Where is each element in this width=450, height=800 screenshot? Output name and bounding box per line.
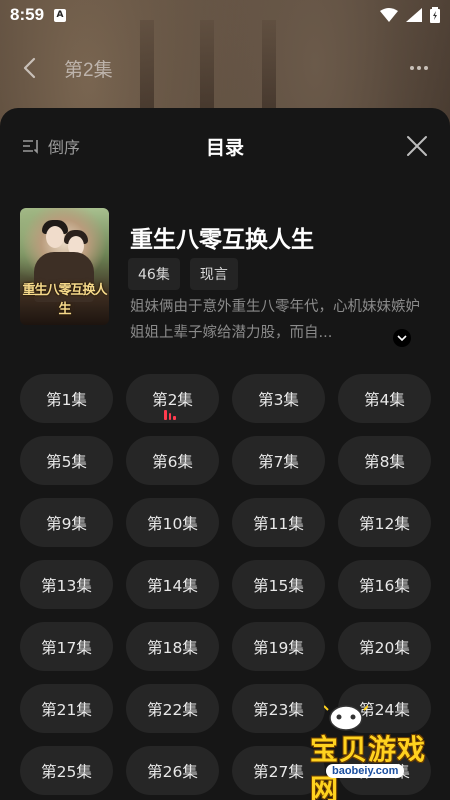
wifi-icon — [380, 8, 398, 22]
more-button[interactable] — [410, 66, 428, 70]
sheet-header: 倒序 目录 — [0, 130, 450, 162]
now-playing-icon — [164, 410, 176, 420]
episode-button[interactable]: 第25集 — [20, 746, 113, 795]
episode-button[interactable]: 第4集 — [338, 374, 431, 423]
status-time: 8:59 — [10, 5, 45, 24]
episode-label: 第25集 — [41, 762, 92, 781]
episode-label: 第22集 — [147, 700, 198, 719]
episode-button[interactable]: 第10集 — [126, 498, 219, 547]
cover-figure — [46, 226, 64, 248]
episode-button[interactable]: 第20集 — [338, 622, 431, 671]
episode-button[interactable]: 第19集 — [232, 622, 325, 671]
episode-button[interactable]: 第13集 — [20, 560, 113, 609]
episode-button[interactable]: 第14集 — [126, 560, 219, 609]
episode-label: 第3集 — [258, 390, 299, 409]
watermark-domain: baobeiy.com — [326, 764, 405, 778]
watermark: 宝贝游戏网 baobeiy.com — [300, 700, 450, 800]
episode-button[interactable]: 第3集 — [232, 374, 325, 423]
episode-label: 第15集 — [253, 576, 304, 595]
now-playing-bar — [168, 413, 171, 420]
drama-tags: 46集 现言 — [128, 258, 238, 290]
episode-button[interactable]: 第5集 — [20, 436, 113, 485]
episode-button[interactable]: 第22集 — [126, 684, 219, 733]
cover-title-art: 重生八零互换人生 — [22, 283, 107, 317]
episode-label: 第19集 — [253, 638, 304, 657]
close-icon — [407, 136, 427, 156]
episode-button[interactable]: 第18集 — [126, 622, 219, 671]
chevron-down-icon — [397, 335, 407, 342]
episode-button[interactable]: 第17集 — [20, 622, 113, 671]
drama-info: 重生八零互换人生 重生八零互换人生 46集 现言 姐妹俩由于意外重生八零年代，心… — [20, 208, 430, 347]
drama-title: 重生八零互换人生 — [130, 227, 314, 253]
episode-button[interactable]: 第26集 — [126, 746, 219, 795]
episode-count-tag: 46集 — [128, 258, 180, 290]
episode-button[interactable]: 第15集 — [232, 560, 325, 609]
episode-label: 第11集 — [253, 514, 304, 533]
notification-badge-icon: A — [54, 8, 67, 22]
episode-label: 第9集 — [46, 514, 87, 533]
genre-tag: 现言 — [189, 258, 238, 290]
episode-button[interactable]: 第6集 — [126, 436, 219, 485]
episode-label: 第7集 — [258, 452, 299, 471]
episode-label: 第16集 — [359, 576, 410, 595]
episode-button[interactable]: 第16集 — [338, 560, 431, 609]
episode-label: 第5集 — [46, 452, 87, 471]
chevron-left-icon — [23, 57, 36, 79]
episode-label: 第1集 — [46, 390, 87, 409]
episode-label: 第27集 — [253, 762, 304, 781]
episode-button[interactable]: 第8集 — [338, 436, 431, 485]
sort-label: 倒序 — [48, 138, 81, 157]
expand-description-button[interactable] — [393, 329, 411, 347]
episode-label: 第17集 — [41, 638, 92, 657]
episode-label: 第26集 — [147, 762, 198, 781]
back-button[interactable] — [22, 56, 46, 80]
episode-label: 第10集 — [147, 514, 198, 533]
episode-label: 第14集 — [147, 576, 198, 595]
episode-button[interactable]: 第1集 — [20, 374, 113, 423]
battery-icon — [430, 7, 440, 23]
status-icons — [380, 7, 440, 23]
now-playing-bar — [164, 410, 167, 420]
close-button[interactable] — [406, 135, 428, 157]
episode-label: 第21集 — [41, 700, 92, 719]
episode-label: 第13集 — [41, 576, 92, 595]
episode-catalog-sheet: 倒序 目录 重生八零互换人生 重生八零互换人生 46集 现言 姐妹俩由于意外重生… — [0, 108, 450, 800]
episode-label: 第18集 — [147, 638, 198, 657]
episode-button[interactable]: 第9集 — [20, 498, 113, 547]
episode-button[interactable]: 第21集 — [20, 684, 113, 733]
episode-button[interactable]: 第7集 — [232, 436, 325, 485]
episode-label: 第2集 — [152, 390, 193, 409]
episode-button[interactable]: 第2集 — [126, 374, 219, 423]
episode-button[interactable]: 第12集 — [338, 498, 431, 547]
sort-icon — [23, 140, 38, 154]
episode-label: 第6集 — [152, 452, 193, 471]
now-playing-bar — [173, 416, 176, 420]
drama-cover: 重生八零互换人生 — [20, 208, 109, 325]
episode-title: 第2集 — [64, 59, 113, 81]
episode-label: 第20集 — [359, 638, 410, 657]
more-dot — [424, 66, 428, 70]
episode-label: 第4集 — [364, 390, 405, 409]
episode-label: 第23集 — [253, 700, 304, 719]
sort-toggle-button[interactable]: 倒序 — [22, 134, 80, 158]
episode-button[interactable]: 第11集 — [232, 498, 325, 547]
more-dot — [417, 66, 421, 70]
signal-icon — [406, 8, 422, 22]
drama-description: 姐妹俩由于意外重生八零年代，心机妹妹嫉妒姐姐上辈子嫁给潜力股，而自... — [130, 299, 420, 341]
episode-label: 第8集 — [364, 452, 405, 471]
status-bar: 8:59 A — [0, 0, 450, 30]
episode-label: 第12集 — [359, 514, 410, 533]
more-dot — [410, 66, 414, 70]
top-nav: 第2集 — [0, 48, 450, 88]
